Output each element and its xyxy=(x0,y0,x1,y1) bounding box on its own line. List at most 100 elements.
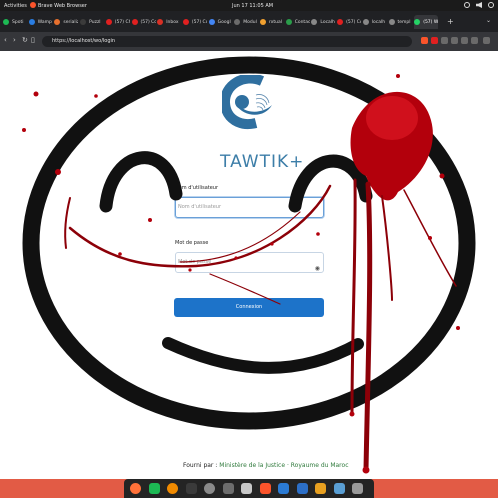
tab[interactable]: (57) Wh xyxy=(414,15,439,29)
tab-favicon-icon xyxy=(260,19,266,25)
tab-label: rxtual xyxy=(269,19,283,25)
spotify-icon[interactable] xyxy=(148,483,160,494)
software-icon[interactable] xyxy=(241,483,252,494)
tawtik-logo-icon xyxy=(222,75,272,129)
tab-favicon-icon xyxy=(80,19,87,25)
username-placeholder: Nom d'utilisateur xyxy=(178,204,222,210)
back-icon[interactable]: ‹ xyxy=(4,36,7,44)
app-menu[interactable]: Brave Web Browser xyxy=(38,3,87,9)
extension-icon[interactable] xyxy=(441,37,448,44)
brand-name: TAWTIK+ xyxy=(220,152,305,172)
tab-label: Inbox xyxy=(166,19,179,25)
new-tab-button[interactable]: + xyxy=(447,17,454,26)
brave-rewards-icon[interactable] xyxy=(431,37,438,44)
vscode-icon[interactable] xyxy=(278,483,289,494)
tab-label: Modul xyxy=(243,19,257,25)
apps-grid-icon[interactable] xyxy=(352,483,363,494)
tab-label: localh xyxy=(371,19,386,25)
password-label: Mot de passe xyxy=(175,240,209,246)
tab[interactable]: (57) Ch xyxy=(105,15,130,29)
settings-icon[interactable] xyxy=(222,483,234,494)
show-password-icon[interactable]: ◉ xyxy=(315,259,320,278)
tab-label: Spoti xyxy=(12,19,24,25)
tab-search-icon[interactable]: ⌄ xyxy=(486,17,491,24)
tab-label: (57) Co xyxy=(140,19,156,25)
tab[interactable]: Googl xyxy=(208,15,233,29)
power-icon xyxy=(488,2,494,8)
tab[interactable]: Wamp xyxy=(28,15,53,29)
footer-prefix: Fourni par : xyxy=(183,462,218,469)
vpn-icon[interactable] xyxy=(471,37,478,44)
system-top-bar: Activities Brave Web Browser Jun 17 11:0… xyxy=(0,0,498,11)
tab[interactable]: Inbox xyxy=(157,15,181,29)
tab-favicon-icon xyxy=(285,19,292,25)
tab-label: templ xyxy=(397,19,411,25)
tab[interactable]: (57) Co xyxy=(131,15,156,29)
tab[interactable]: templ xyxy=(388,15,413,29)
tab-label: Puzzl xyxy=(89,19,101,25)
documents-icon[interactable] xyxy=(296,483,308,494)
sidebar-icon[interactable] xyxy=(461,37,468,44)
tab[interactable]: (57) Co xyxy=(182,15,207,29)
tab-label: Wamp xyxy=(37,19,52,25)
tab[interactable]: serializ xyxy=(54,15,78,29)
volume-icon xyxy=(476,2,482,8)
tab-favicon-icon xyxy=(182,19,189,25)
tab-favicon-icon xyxy=(414,19,421,25)
bookmark-icon[interactable]: ▯ xyxy=(31,36,35,44)
login-button[interactable]: Connexion xyxy=(174,298,324,317)
tab[interactable]: Localh xyxy=(311,15,335,29)
tab-strip: Spoti Wamp serializ Puzzl (57) Ch (57) Co Inbo… xyxy=(0,11,498,32)
network-icon xyxy=(464,2,470,8)
tab-favicon-icon xyxy=(388,19,395,25)
files-icon[interactable] xyxy=(204,483,215,494)
login-page: TAWTIK+ Nom d'utilisateur Nom d'utilisat… xyxy=(0,51,498,479)
navigation-bar: ‹ › ↻ ▯ https://localhost/wo/login xyxy=(0,32,498,51)
tab-label: (57) Ch xyxy=(114,19,130,25)
tab-label: serializ xyxy=(63,19,79,25)
tab-favicon-icon xyxy=(3,19,9,25)
tab-label: Contac xyxy=(294,19,310,25)
tab-favicon-icon xyxy=(54,19,61,25)
username-input[interactable]: Nom d'utilisateur xyxy=(175,197,324,218)
password-placeholder: Mot de passe xyxy=(178,259,212,265)
footer-credit: Fourni par : Ministère de la Justice · R… xyxy=(183,462,349,469)
tab-favicon-icon xyxy=(131,19,138,25)
text-editor-icon[interactable] xyxy=(333,483,345,494)
tab[interactable]: Contac xyxy=(285,15,310,29)
url-text: https://localhost/wo/login xyxy=(52,38,116,44)
image-viewer-icon[interactable] xyxy=(315,483,326,494)
tab[interactable]: (57) Cc xyxy=(337,15,361,29)
tab-favicon-icon xyxy=(311,19,318,25)
tab-favicon-icon xyxy=(208,19,215,25)
wallet-icon[interactable] xyxy=(451,37,458,44)
tab[interactable]: Spoti xyxy=(3,15,27,29)
tab-label: (57) Wh xyxy=(423,19,439,25)
brave-shields-icon[interactable] xyxy=(421,37,428,44)
brave-app-icon xyxy=(30,2,36,8)
system-tray[interactable] xyxy=(464,2,494,8)
dock xyxy=(124,479,374,498)
tab-favicon-icon xyxy=(105,19,112,25)
clock[interactable]: Jun 17 11:05 AM xyxy=(232,3,273,9)
password-input[interactable]: Mot de passe ◉ xyxy=(175,252,324,273)
tab-favicon-icon xyxy=(337,19,344,25)
firefox-icon[interactable] xyxy=(130,483,141,494)
footer-link[interactable]: Ministère de la Justice · Royaume du Mar… xyxy=(219,462,348,469)
activities-button[interactable]: Activities xyxy=(4,3,27,9)
tab[interactable]: Modul xyxy=(234,15,258,29)
reload-icon[interactable]: ↻ xyxy=(22,36,28,44)
vlc-icon[interactable] xyxy=(167,483,178,494)
brave-icon[interactable] xyxy=(259,483,271,494)
terminal-icon[interactable] xyxy=(185,483,197,494)
tab[interactable]: rxtual xyxy=(260,15,284,29)
forward-icon[interactable]: › xyxy=(13,36,16,44)
tab-label: Localh xyxy=(320,19,335,25)
tab[interactable]: localh xyxy=(362,15,387,29)
tab[interactable]: Puzzl xyxy=(80,15,104,29)
tab-favicon-icon xyxy=(362,19,369,25)
tab-label: Googl xyxy=(217,19,231,25)
address-bar[interactable]: https://localhost/wo/login xyxy=(42,36,412,47)
tab-favicon-icon xyxy=(28,19,35,25)
menu-icon[interactable] xyxy=(483,37,490,44)
